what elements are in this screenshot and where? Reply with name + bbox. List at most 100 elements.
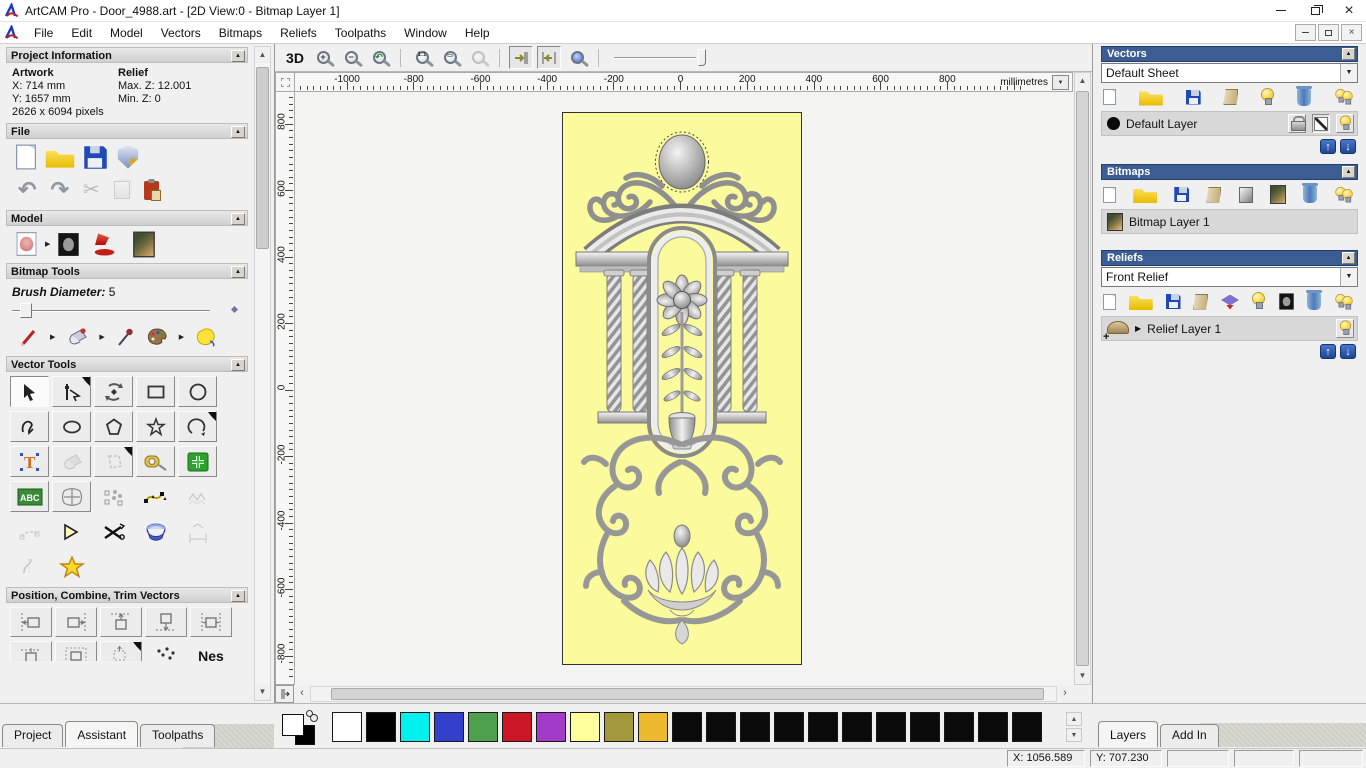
palette-swatch[interactable] [536, 712, 566, 742]
close-button[interactable]: × [1332, 0, 1366, 21]
open-relief-layer-icon[interactable] [1128, 296, 1153, 310]
vector-layer-row[interactable]: Default Layer [1101, 111, 1358, 136]
open-model-icon[interactable] [45, 150, 75, 168]
simplify-vectors-button[interactable] [178, 481, 217, 512]
lighting-icon[interactable] [93, 233, 118, 256]
menu-file[interactable]: File [25, 23, 62, 43]
mdi-minimize-button[interactable] [1295, 24, 1316, 41]
open-vector-layer-icon[interactable] [1138, 91, 1163, 106]
scrollbar-track[interactable] [310, 686, 1057, 702]
align-right-button[interactable] [55, 607, 97, 637]
slice-vectors-button[interactable] [10, 551, 49, 582]
menu-edit[interactable]: Edit [62, 23, 101, 43]
import-relief-icon[interactable] [1193, 293, 1209, 310]
delete-relief-layer-icon[interactable] [1306, 290, 1323, 310]
create-polyline-button[interactable] [10, 411, 49, 442]
create-ellipse-button[interactable] [52, 411, 91, 442]
greyscale-preview-icon[interactable] [1238, 186, 1253, 203]
trim-vectors-button[interactable] [94, 516, 133, 547]
delete-bitmap-layer-icon[interactable] [1301, 183, 1318, 203]
palette-swatch[interactable] [434, 712, 464, 742]
palette-swatch[interactable] [1012, 712, 1042, 742]
create-arc-button[interactable] [178, 411, 217, 442]
collapse-button[interactable]: ▲ [1342, 252, 1355, 264]
canvas-vertical-scrollbar[interactable]: ▲ ▼ [1074, 72, 1091, 685]
save-model-icon[interactable] [84, 145, 107, 169]
bitmap-doctor-icon[interactable] [194, 327, 218, 347]
create-circle-button[interactable] [178, 376, 217, 407]
ruler-origin-button[interactable] [275, 72, 295, 92]
menu-window[interactable]: Window [395, 23, 456, 43]
open-bitmap-layer-icon[interactable] [1133, 189, 1158, 203]
load-bitmap-icon[interactable] [133, 231, 156, 257]
merge-relief-icon[interactable] [1221, 294, 1239, 310]
scrollbar-thumb[interactable] [256, 67, 269, 249]
palette-swatch[interactable] [468, 712, 498, 742]
relief-selector[interactable]: Front Relief ▼ [1101, 267, 1358, 287]
copy-bitmap-icon[interactable] [1269, 185, 1286, 204]
menu-reliefs[interactable]: Reliefs [271, 23, 326, 43]
palette-swatch[interactable] [604, 712, 634, 742]
scroll-up-button[interactable]: ▲ [1075, 73, 1090, 89]
collapse-button[interactable]: ▲ [1342, 48, 1355, 60]
section-header-vector-tools[interactable]: Vector Tools ▲ [6, 356, 248, 372]
vector-doctor-button[interactable] [52, 551, 91, 582]
palette-swatch[interactable] [672, 712, 702, 742]
align-top-button[interactable] [100, 607, 142, 637]
palette-swatch[interactable] [808, 712, 838, 742]
paste-icon[interactable] [113, 181, 130, 199]
layer-visibility-button[interactable] [1336, 319, 1354, 338]
palette-swatch[interactable] [366, 712, 396, 742]
dropdown-button[interactable]: ▼ [1340, 268, 1357, 286]
section-header-position-tools[interactable]: Position, Combine, Trim Vectors ▲ [6, 587, 248, 603]
layer-name[interactable]: Bitmap Layer 1 [1129, 215, 1354, 229]
scroll-right-button[interactable]: › [1057, 686, 1073, 702]
save-vector-layer-icon[interactable] [1185, 89, 1201, 105]
model-properties-icon[interactable] [117, 145, 139, 169]
vectors-section-header[interactable]: Vectors ▲ [1101, 46, 1358, 62]
palette-swatch[interactable] [570, 712, 600, 742]
zoom-selected-button[interactable] [466, 46, 490, 69]
link-colours-icon[interactable] [306, 710, 318, 722]
tab-layers[interactable]: Layers [1098, 721, 1159, 747]
flood-fill-icon[interactable] [65, 327, 89, 347]
paste-vector-button[interactable] [52, 446, 91, 477]
undo-icon[interactable]: ↶ [18, 179, 36, 201]
palette-swatch[interactable] [774, 712, 804, 742]
create-text-button[interactable]: T [10, 446, 49, 477]
lock-layer-button[interactable] [1288, 114, 1306, 133]
menu-model[interactable]: Model [101, 23, 152, 43]
new-vector-layer-icon[interactable] [1103, 89, 1116, 105]
block-copy-button[interactable] [178, 446, 217, 477]
tab-project[interactable]: Project [2, 724, 64, 747]
mdi-close-button[interactable]: × [1341, 24, 1362, 41]
collapse-button[interactable]: ▲ [231, 49, 245, 62]
zoom-previous-button[interactable]: ↶ [367, 46, 391, 69]
create-polygon-button[interactable] [94, 411, 133, 442]
fit-arcs-button[interactable] [10, 516, 49, 547]
palette-swatch[interactable] [706, 712, 736, 742]
paste-along-curve-button[interactable] [94, 481, 133, 512]
zoom-1to1-button[interactable]: 1:1 [410, 46, 434, 69]
scroll-down-button[interactable]: ▼ [1075, 668, 1090, 684]
move-vectors-button[interactable] [100, 641, 142, 661]
palette-swatch[interactable] [400, 712, 430, 742]
move-layer-up-button[interactable]: ↑ [1320, 344, 1336, 359]
slider-handle[interactable] [20, 303, 32, 318]
menu-toolpaths[interactable]: Toolpaths [326, 23, 395, 43]
layer-visibility-button[interactable] [1336, 114, 1354, 133]
collapse-button[interactable]: ▲ [231, 212, 245, 225]
node-editing-button[interactable] [52, 376, 91, 407]
zoom-slider[interactable] [614, 48, 706, 68]
zoom-in-button[interactable]: + [311, 46, 335, 69]
canvas-horizontal-scrollbar[interactable]: ‹ › [275, 685, 1073, 703]
new-relief-layer-icon[interactable] [1103, 293, 1116, 310]
scroll-up-button[interactable]: ▲ [255, 47, 270, 63]
ruler-unit-dropdown[interactable]: ▼ [1052, 75, 1069, 90]
menu-bitmaps[interactable]: Bitmaps [210, 23, 271, 43]
collapse-button[interactable]: ▲ [1342, 166, 1355, 178]
section-header-project-information[interactable]: Project Information ▲ [6, 47, 248, 63]
collapse-button[interactable]: ▲ [231, 265, 245, 278]
door-artwork[interactable] [562, 112, 802, 665]
toggle-all-layers-icon[interactable] [1334, 88, 1354, 106]
